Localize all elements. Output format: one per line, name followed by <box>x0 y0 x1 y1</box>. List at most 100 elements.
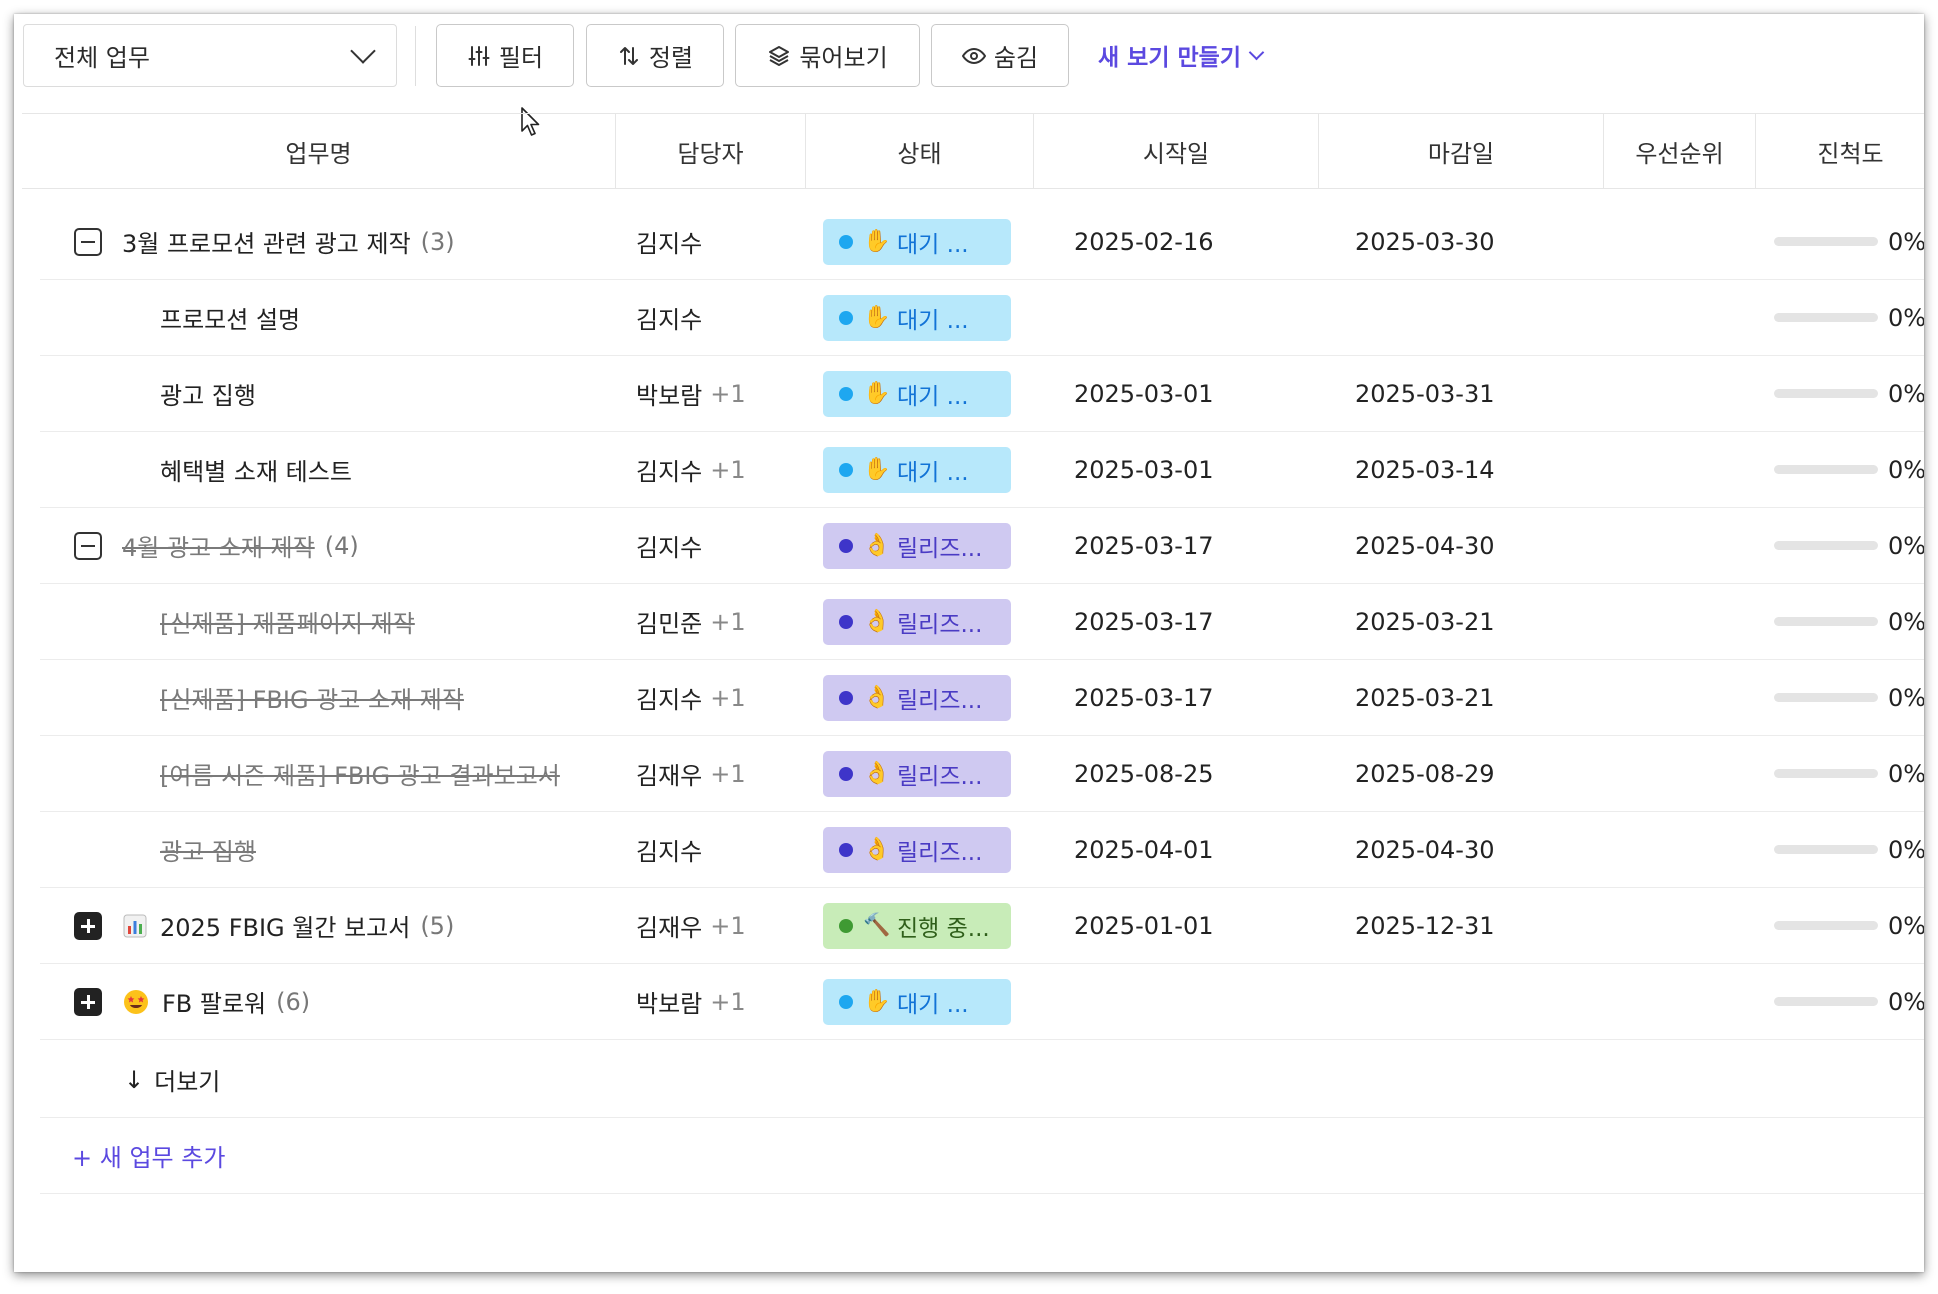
status-badge[interactable]: 👌 릴리즈... <box>823 750 1011 797</box>
task-name[interactable]: [신제품] FBIG 광고 소재 제작 <box>160 680 464 715</box>
assignee-cell[interactable]: 박보람 +1 <box>636 356 806 431</box>
task-name[interactable]: 프로모션 설명 <box>160 300 300 335</box>
column-header-assignee[interactable]: 담당자 <box>616 114 806 189</box>
group-row[interactable]: 3월 프로모션 관련 광고 제작 (3) 김지수 ✋ 대기 ... 2025-02-16 2… <box>40 204 1924 280</box>
status-cell[interactable]: 👌 릴리즈... <box>823 508 1013 583</box>
status-cell[interactable]: ✋ 대기 ... <box>823 964 1013 1039</box>
status-badge[interactable]: 👌 릴리즈... <box>823 522 1011 569</box>
table-row[interactable]: [신제품] 제품페이지 제작 김민준 +1 👌 릴리즈... 2025-03-17 2025… <box>40 584 1924 660</box>
assignee-cell[interactable]: 김지수 <box>636 280 806 355</box>
due-date-cell[interactable] <box>1355 280 1555 355</box>
add-task-button[interactable]: + 새 업무 추가 <box>40 1118 1924 1194</box>
assignee-cell[interactable]: 김지수 <box>636 204 806 279</box>
sort-button[interactable]: 정렬 <box>586 24 724 87</box>
task-name[interactable]: 광고 집행 <box>160 376 256 411</box>
table-row[interactable]: 혜택별 소재 테스트 김지수 +1 ✋ 대기 ... 2025-03-01 2025-03-… <box>40 432 1924 508</box>
column-header-priority[interactable]: 우선순위 <box>1604 114 1756 189</box>
column-header-name[interactable]: 업무명 <box>22 114 616 189</box>
task-name[interactable]: 4월 광고 소재 제작 <box>122 528 315 563</box>
table-row[interactable]: 광고 집행 박보람 +1 ✋ 대기 ... 2025-03-01 2025-03-31 0% <box>40 356 1924 432</box>
table-row[interactable]: [신제품] FBIG 광고 소재 제작 김지수 +1 👌 릴리즈... 2025-03-1… <box>40 660 1924 736</box>
start-date-cell[interactable] <box>1074 280 1274 355</box>
task-name[interactable]: 3월 프로모션 관련 광고 제작 <box>122 224 411 259</box>
start-date-cell[interactable]: 2025-08-25 <box>1074 736 1274 811</box>
status-badge[interactable]: ✋ 대기 ... <box>823 446 1011 493</box>
priority-cell[interactable] <box>1614 508 1754 583</box>
due-date-cell[interactable]: 2025-04-30 <box>1355 812 1555 887</box>
task-name[interactable]: 광고 집행 <box>160 832 256 867</box>
start-date-cell[interactable]: 2025-03-01 <box>1074 432 1274 507</box>
group-row[interactable]: FB 팔로워 (6) 박보람 +1 ✋ 대기 ... 0% <box>40 964 1924 1040</box>
task-name[interactable]: [여름 시즌 제품] FBIG 광고 결과보고서 <box>160 756 560 791</box>
assignee-cell[interactable]: 박보람 +1 <box>636 964 806 1039</box>
view-select[interactable]: 전체 업무 <box>23 24 397 87</box>
priority-cell[interactable] <box>1614 660 1754 735</box>
column-header-progress[interactable]: 진척도 <box>1756 114 1924 189</box>
priority-cell[interactable] <box>1614 432 1754 507</box>
start-date-cell[interactable] <box>1074 964 1274 1039</box>
assignee-cell[interactable]: 김재우 +1 <box>636 888 806 963</box>
table-row[interactable]: [여름 시즌 제품] FBIG 광고 결과보고서 김재우 +1 👌 릴리즈... 2025… <box>40 736 1924 812</box>
filter-button[interactable]: 필터 <box>436 24 574 87</box>
status-badge[interactable]: ✋ 대기 ... <box>823 294 1011 341</box>
priority-cell[interactable] <box>1614 204 1754 279</box>
due-date-cell[interactable]: 2025-04-30 <box>1355 508 1555 583</box>
status-badge[interactable]: ✋ 대기 ... <box>823 370 1011 417</box>
status-cell[interactable]: ✋ 대기 ... <box>823 204 1013 279</box>
due-date-cell[interactable]: 2025-03-30 <box>1355 204 1555 279</box>
status-cell[interactable]: ✋ 대기 ... <box>823 356 1013 431</box>
expand-icon[interactable] <box>74 987 102 1016</box>
start-date-cell[interactable]: 2025-03-01 <box>1074 356 1274 431</box>
task-name[interactable]: [신제품] 제품페이지 제작 <box>160 604 415 639</box>
status-badge[interactable]: 👌 릴리즈... <box>823 598 1011 645</box>
priority-cell[interactable] <box>1614 280 1754 355</box>
priority-cell[interactable] <box>1614 584 1754 659</box>
group-row[interactable]: 2025 FBIG 월간 보고서 (5) 김재우 +1 🔨 진행 중... 2025-01-… <box>40 888 1924 964</box>
start-date-cell[interactable]: 2025-01-01 <box>1074 888 1274 963</box>
status-cell[interactable]: ✋ 대기 ... <box>823 432 1013 507</box>
status-cell[interactable]: 👌 릴리즈... <box>823 660 1013 735</box>
expand-icon[interactable] <box>74 911 102 940</box>
assignee-cell[interactable]: 김재우 +1 <box>636 736 806 811</box>
start-date-cell[interactable]: 2025-02-16 <box>1074 204 1274 279</box>
priority-cell[interactable] <box>1614 736 1754 811</box>
collapse-icon[interactable] <box>74 227 102 256</box>
priority-cell[interactable] <box>1614 964 1754 1039</box>
new-view-button[interactable]: 새 보기 만들기 <box>1098 38 1265 72</box>
assignee-cell[interactable]: 김지수 +1 <box>636 432 806 507</box>
start-date-cell[interactable]: 2025-04-01 <box>1074 812 1274 887</box>
start-date-cell[interactable]: 2025-03-17 <box>1074 508 1274 583</box>
load-more-button[interactable]: ↓ 더보기 <box>40 1042 1924 1118</box>
status-badge[interactable]: ✋ 대기 ... <box>823 978 1011 1025</box>
column-header-status[interactable]: 상태 <box>806 114 1034 189</box>
assignee-cell[interactable]: 김지수 +1 <box>636 660 806 735</box>
status-cell[interactable]: 👌 릴리즈... <box>823 584 1013 659</box>
start-date-cell[interactable]: 2025-03-17 <box>1074 584 1274 659</box>
due-date-cell[interactable]: 2025-03-31 <box>1355 356 1555 431</box>
group-row[interactable]: 4월 광고 소재 제작 (4) 김지수 👌 릴리즈... 2025-03-17 2025-0… <box>40 508 1924 584</box>
due-date-cell[interactable]: 2025-03-14 <box>1355 432 1555 507</box>
status-badge[interactable]: ✋ 대기 ... <box>823 218 1011 265</box>
due-date-cell[interactable]: 2025-12-31 <box>1355 888 1555 963</box>
collapse-icon[interactable] <box>74 531 102 560</box>
due-date-cell[interactable]: 2025-08-29 <box>1355 736 1555 811</box>
column-header-start-date[interactable]: 시작일 <box>1034 114 1319 189</box>
status-badge[interactable]: 👌 릴리즈... <box>823 674 1011 721</box>
priority-cell[interactable] <box>1614 812 1754 887</box>
assignee-cell[interactable]: 김지수 <box>636 508 806 583</box>
table-row[interactable]: 광고 집행 김지수 👌 릴리즈... 2025-04-01 2025-04-30 0% <box>40 812 1924 888</box>
group-button[interactable]: 묶어보기 <box>735 24 920 87</box>
priority-cell[interactable] <box>1614 356 1754 431</box>
status-badge[interactable]: 🔨 진행 중... <box>823 902 1011 949</box>
status-cell[interactable]: 👌 릴리즈... <box>823 812 1013 887</box>
status-cell[interactable]: 👌 릴리즈... <box>823 736 1013 811</box>
task-name[interactable]: 혜택별 소재 테스트 <box>160 452 352 487</box>
hide-button[interactable]: 숨김 <box>931 24 1069 87</box>
start-date-cell[interactable]: 2025-03-17 <box>1074 660 1274 735</box>
table-row[interactable]: 프로모션 설명 김지수 ✋ 대기 ... 0% <box>40 280 1924 356</box>
priority-cell[interactable] <box>1614 888 1754 963</box>
assignee-cell[interactable]: 김지수 <box>636 812 806 887</box>
status-badge[interactable]: 👌 릴리즈... <box>823 826 1011 873</box>
due-date-cell[interactable]: 2025-03-21 <box>1355 584 1555 659</box>
status-cell[interactable]: 🔨 진행 중... <box>823 888 1013 963</box>
